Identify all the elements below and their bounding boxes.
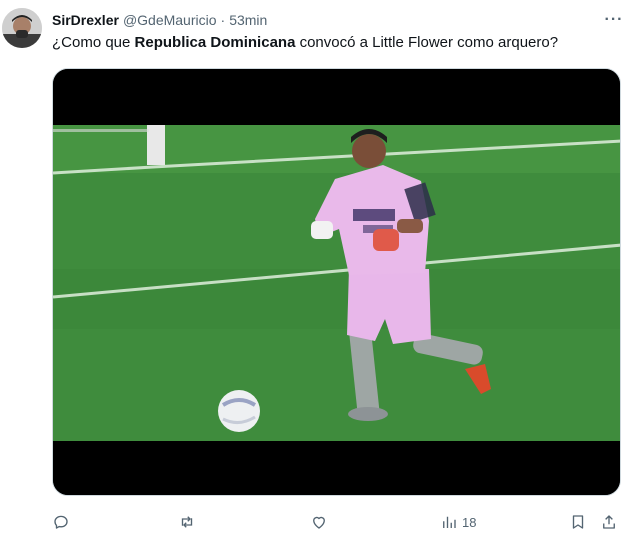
tweet-text-part: ¿Como que xyxy=(52,34,135,51)
retweet-icon xyxy=(181,516,193,528)
avatar[interactable] xyxy=(2,8,42,48)
display-name[interactable]: SirDrexler xyxy=(52,12,119,28)
reply-button[interactable] xyxy=(52,510,70,534)
tweet-text-part: convocó a Little Flower como arquero? xyxy=(295,34,559,51)
tweet-text-bold: Republica Dominicana xyxy=(134,34,296,51)
media-image xyxy=(53,69,620,495)
views-button[interactable]: 18 xyxy=(440,510,476,534)
tweet-media[interactable] xyxy=(52,68,621,496)
share-button[interactable] xyxy=(600,510,618,534)
bookmark-button[interactable] xyxy=(569,510,587,534)
user-handle[interactable]: @GdeMauricio xyxy=(123,12,217,28)
more-options-icon[interactable]: ··· xyxy=(602,9,626,31)
reply-icon xyxy=(54,515,68,529)
like-button[interactable] xyxy=(310,510,328,534)
views-count: 18 xyxy=(462,514,477,530)
tweet-actions: 18 xyxy=(52,510,626,534)
tweet-header: SirDrexler @GdeMauricio · 53min ··· xyxy=(52,9,626,31)
views-icon xyxy=(443,516,456,528)
bookmark-icon xyxy=(572,515,584,529)
timestamp[interactable]: 53min xyxy=(229,12,267,28)
tweet: SirDrexler @GdeMauricio · 53min ··· ¿Com… xyxy=(0,0,640,537)
share-icon xyxy=(603,515,615,529)
heart-icon xyxy=(313,516,325,529)
retweet-button[interactable] xyxy=(178,510,196,534)
tweet-text: ¿Como que Republica Dominicana convocó a… xyxy=(52,33,626,53)
separator: · xyxy=(220,12,226,28)
